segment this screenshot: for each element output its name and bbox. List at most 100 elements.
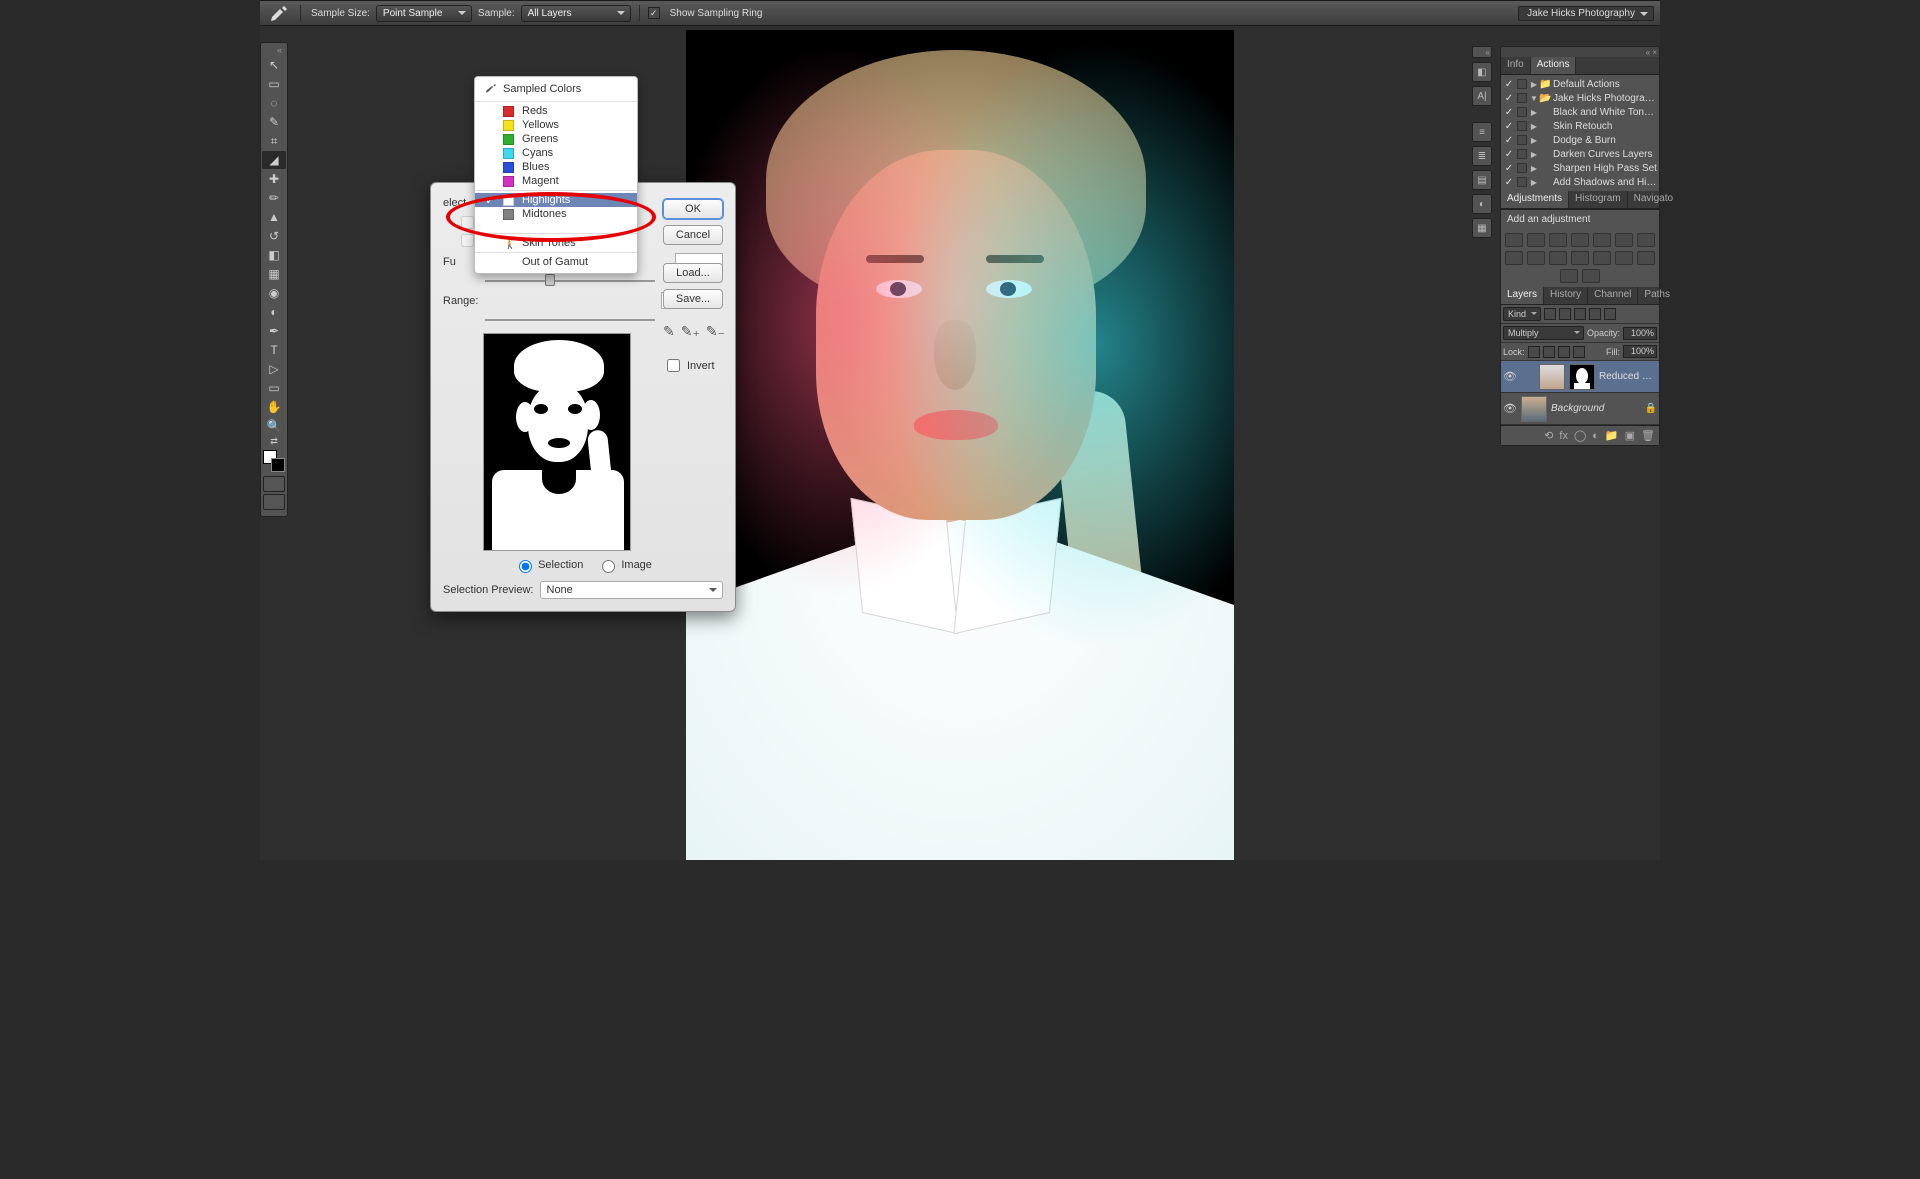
color-panel-icon[interactable]: ◧ [1472, 62, 1492, 82]
adj-brightness-icon[interactable] [1505, 233, 1523, 247]
action-row[interactable]: ✓▼📂Jake Hicks Photography ... [1501, 91, 1659, 105]
adj-channel-mixer-icon[interactable] [1527, 251, 1545, 265]
dock-grip[interactable]: « [1472, 46, 1492, 58]
detect-faces-checkbox[interactable] [461, 216, 474, 229]
blur-tool[interactable]: ◉ [262, 284, 286, 302]
selection-preview-select[interactable]: None [540, 581, 724, 599]
filter-pixel-icon[interactable] [1544, 308, 1556, 320]
menu-blues[interactable]: Blues [475, 160, 637, 174]
tool-preset-icon[interactable]: ▦ [1472, 218, 1492, 238]
preview-selection-radio[interactable]: Selection [514, 557, 583, 573]
adj-curves-icon[interactable] [1549, 233, 1567, 247]
opacity-value[interactable]: 100% [1623, 327, 1657, 340]
layer-background[interactable]: 👁 Background 🔒 [1501, 393, 1659, 425]
adj-hue-icon[interactable] [1615, 233, 1633, 247]
adj-photo-filter-icon[interactable] [1505, 251, 1523, 265]
range-slider[interactable] [485, 313, 655, 327]
character-panel-icon[interactable]: A| [1472, 86, 1492, 106]
filter-type-icon[interactable] [1574, 308, 1586, 320]
fx-icon[interactable]: fx [1559, 430, 1568, 442]
tab-layers[interactable]: Layers [1501, 287, 1544, 304]
lock-paint-icon[interactable] [1543, 346, 1555, 358]
new-layer-icon[interactable]: ▣ [1625, 429, 1635, 442]
menu-yellows[interactable]: Yellows [475, 118, 637, 132]
history-brush-tool[interactable]: ↺ [262, 227, 286, 245]
layer-filter-kind[interactable]: Kind [1503, 307, 1541, 321]
menu-sampled-colors[interactable]: Sampled Colors [475, 81, 637, 99]
tools-panel-grip[interactable]: « [261, 43, 287, 55]
tab-histogram[interactable]: Histogram [1569, 191, 1628, 208]
filter-shape-icon[interactable] [1589, 308, 1601, 320]
zoom-tool[interactable]: 🔍 [262, 417, 286, 435]
styles-panel-icon[interactable]: ≣ [1472, 146, 1492, 166]
sample-select[interactable]: All Layers [521, 5, 631, 22]
move-tool[interactable]: ↖ [262, 56, 286, 74]
adj-threshold-icon[interactable] [1615, 251, 1633, 265]
gradient-tool[interactable]: ▦ [262, 265, 286, 283]
add-mask-icon[interactable]: ◯ [1574, 429, 1586, 442]
adj-lut-icon[interactable] [1549, 251, 1567, 265]
menu-greens[interactable]: Greens [475, 132, 637, 146]
panel-grip[interactable]: « × [1501, 47, 1659, 57]
adj-vibrance-icon[interactable] [1593, 233, 1611, 247]
new-adj-layer-icon[interactable]: ◐ [1592, 430, 1599, 442]
eyedropper-add-icon[interactable]: ✎₊ [681, 323, 700, 340]
menu-out-of-gamut[interactable]: Out of Gamut [475, 255, 637, 269]
adj-icon[interactable] [1582, 269, 1600, 283]
link-layers-icon[interactable]: ⟲ [1544, 429, 1553, 442]
adj-gradient-map-icon[interactable] [1637, 251, 1655, 265]
brushes-panel-icon[interactable]: ≡ [1472, 122, 1492, 142]
menu-midtones[interactable]: Midtones [475, 207, 637, 221]
screen-mode-toggle[interactable] [263, 494, 285, 510]
color-swatches[interactable] [263, 450, 285, 472]
swap-colors[interactable]: ⇄ [262, 436, 286, 446]
tab-adjustments[interactable]: Adjustments [1501, 191, 1569, 208]
lasso-tool[interactable]: ◌ [262, 94, 286, 112]
quick-select-tool[interactable]: ✎ [262, 113, 286, 131]
menu-cyans[interactable]: Cyans [475, 146, 637, 160]
canvas[interactable] [686, 30, 1234, 860]
marquee-tool[interactable]: ▭ [262, 75, 286, 93]
load-button[interactable]: Load... [663, 263, 723, 283]
eyedropper-sub-icon[interactable]: ✎₋ [706, 323, 725, 340]
menu-reds[interactable]: Reds [475, 104, 637, 118]
cancel-button[interactable]: Cancel [663, 225, 723, 245]
adj-levels-icon[interactable] [1527, 233, 1545, 247]
show-ring-checkbox[interactable]: ✓ [648, 7, 660, 19]
visibility-icon[interactable]: 👁 [1503, 370, 1517, 384]
menu-highlights[interactable]: ✓Highlights [475, 193, 637, 207]
lock-trans-icon[interactable] [1528, 346, 1540, 358]
adj-exposure-icon[interactable] [1571, 233, 1589, 247]
adj-bw-icon[interactable] [1637, 233, 1655, 247]
path-select-tool[interactable]: ▷ [262, 360, 286, 378]
localized-checkbox[interactable] [461, 234, 474, 247]
eraser-tool[interactable]: ◧ [262, 246, 286, 264]
action-row[interactable]: ✓▶Add Shadows and Highli... [1501, 175, 1659, 189]
tab-channels[interactable]: Channel [1588, 287, 1638, 304]
hand-tool[interactable]: ✋ [262, 398, 286, 416]
tab-actions[interactable]: Actions [1531, 57, 1577, 74]
blend-mode-select[interactable]: Multiply [1503, 326, 1584, 340]
lock-all-icon[interactable] [1573, 346, 1585, 358]
pen-tool[interactable]: ✒ [262, 322, 286, 340]
save-button[interactable]: Save... [663, 289, 723, 309]
crop-tool[interactable]: ⌗ [262, 132, 286, 150]
brush-preset-icon[interactable]: ◐ [1472, 194, 1492, 214]
fuzziness-slider[interactable] [485, 274, 655, 288]
adj-selective-icon[interactable] [1560, 269, 1578, 283]
action-row[interactable]: ✓▶📁Default Actions [1501, 77, 1659, 91]
action-row[interactable]: ✓▶Dodge & Burn [1501, 133, 1659, 147]
action-row[interactable]: ✓▶Skin Retouch [1501, 119, 1659, 133]
tab-info[interactable]: Info [1501, 57, 1531, 74]
brush-tool[interactable]: ✏ [262, 189, 286, 207]
action-row[interactable]: ✓▶Black and White Tone Pr... [1501, 105, 1659, 119]
action-row[interactable]: ✓▶Sharpen High Pass Set [1501, 161, 1659, 175]
menu-skin-tones[interactable]: 🚶Skin Tones [475, 236, 637, 250]
tab-navigator[interactable]: Navigato [1628, 191, 1680, 208]
preview-image-radio[interactable]: Image [597, 557, 652, 573]
tab-paths[interactable]: Paths [1638, 287, 1677, 304]
lock-pos-icon[interactable] [1558, 346, 1570, 358]
fill-value[interactable]: 100% [1623, 345, 1657, 358]
adj-invert-icon[interactable] [1571, 251, 1589, 265]
action-row[interactable]: ✓▶Darken Curves Layers [1501, 147, 1659, 161]
